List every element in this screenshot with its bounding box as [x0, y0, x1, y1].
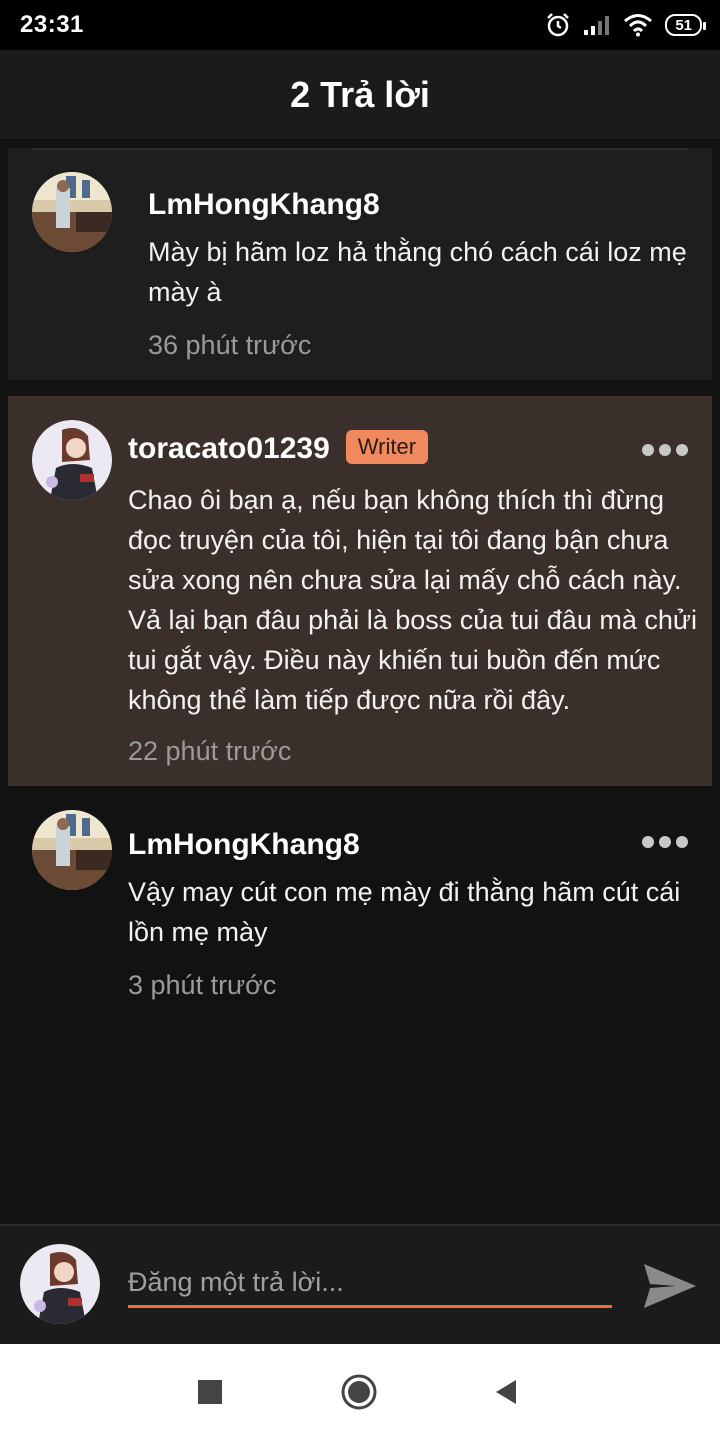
more-icon	[642, 836, 654, 848]
current-user-avatar	[20, 1244, 100, 1324]
home-icon[interactable]	[341, 1374, 377, 1410]
writer-badge: Writer	[345, 430, 429, 465]
more-icon-dot	[676, 836, 688, 848]
more-options-button[interactable]	[642, 438, 688, 462]
reply-card: LmHongKhang8 Vậy may cút con mẹ mày đi t…	[8, 790, 712, 1020]
comment-text: Vậy may cút con mẹ mày đi thằng hãm cút …	[128, 877, 681, 947]
status-icons: 51	[545, 10, 706, 40]
send-icon[interactable]	[640, 1256, 700, 1316]
alarm-icon	[547, 13, 570, 37]
back-icon[interactable]	[494, 1380, 518, 1404]
recents-icon[interactable]	[198, 1380, 222, 1404]
signal-icon	[584, 16, 610, 35]
more-icon-dot	[676, 444, 688, 456]
battery-icon: 51	[665, 14, 706, 36]
comment-username[interactable]: toracato01239	[128, 432, 330, 465]
more-options-button[interactable]	[642, 830, 688, 854]
reply-composer	[0, 1224, 720, 1344]
comment-username[interactable]: LmHongKhang8	[148, 188, 380, 222]
wifi-icon	[624, 14, 653, 37]
avatar[interactable]	[32, 172, 112, 252]
comment-text: Chao ôi bạn ạ, nếu bạn không thích thì đ…	[128, 485, 697, 715]
more-icon	[642, 444, 654, 456]
more-icon-dot	[659, 836, 671, 848]
comment-timestamp: 36 phút trước	[148, 330, 312, 360]
comment-username[interactable]: LmHongKhang8	[128, 828, 360, 862]
system-nav-bar	[0, 1344, 720, 1440]
reply-card-highlighted: toracato01239 Writer Chao ôi bạn ạ, nếu b…	[8, 396, 712, 786]
comment-timestamp: 3 phút trước	[128, 970, 277, 1000]
comment-list[interactable]: LmHongKhang8 Mày bị hãm loz hả thằng chó…	[0, 140, 720, 1224]
page-title: 2 Trả lời	[290, 73, 430, 115]
comment-username-row: toracato01239 Writer	[128, 430, 429, 467]
battery-level: 51	[675, 16, 692, 34]
original-comment: LmHongKhang8 Mày bị hãm loz hả thằng chó…	[8, 148, 712, 380]
comment-timestamp: 22 phút trước	[128, 736, 292, 766]
status-bar: 23:31 51	[0, 0, 720, 50]
comment-text: Mày bị hãm loz hả thằng chó cách cái loz…	[148, 237, 687, 307]
more-icon-dot	[659, 444, 671, 456]
header: 2 Trả lời	[0, 50, 720, 140]
reply-input[interactable]	[128, 1260, 612, 1308]
avatar[interactable]	[32, 420, 112, 500]
status-time: 23:31	[20, 11, 84, 38]
avatar[interactable]	[32, 810, 112, 890]
